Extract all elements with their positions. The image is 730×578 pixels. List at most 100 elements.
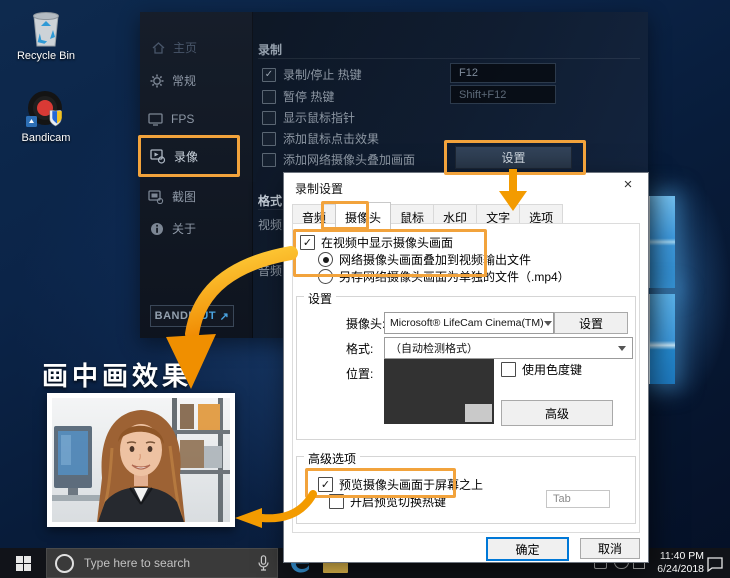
checkbox-unchecked[interactable] [329, 494, 344, 509]
info-icon [150, 222, 164, 236]
divider [258, 209, 283, 210]
sidebar-item-general[interactable]: 常规 [150, 72, 196, 89]
option-label: 暂停 热键 [283, 88, 334, 105]
position-label: 位置: [346, 365, 373, 382]
bandicut-button[interactable]: BANDICUT ↗ [150, 305, 234, 327]
checkbox-unchecked[interactable] [501, 362, 516, 377]
advanced-group-label: 高级选项 [304, 450, 360, 467]
preview-hotkey-label: 开启预览切换热键 [350, 493, 446, 510]
sidebar-fps-label: FPS [171, 112, 194, 126]
cancel-button[interactable]: 取消 [580, 538, 640, 559]
recording-settings-dialog: 录制设置 × 音频 摄像头 鼠标 水印 文字 选项 ✓ 在视频中显示摄像头画面 … [283, 172, 649, 563]
dialog-title: 录制设置 [295, 180, 343, 197]
audio-label: 音频 [258, 262, 282, 279]
checkbox-unchecked[interactable] [262, 90, 276, 104]
camera-label: 摄像头: [346, 315, 385, 332]
chroma-key-row[interactable]: 使用色度键 [501, 361, 582, 378]
format-dropdown[interactable]: （自动检测格式） [384, 337, 633, 359]
sidebar-item-fps[interactable]: FPS [148, 112, 194, 126]
camera-settings-button[interactable]: 设置 [554, 312, 628, 334]
chevron-down-icon [544, 321, 552, 326]
external-link-icon: ↗ [220, 310, 230, 323]
desktop-icon-recycle-bin[interactable]: Recycle Bin [8, 8, 84, 62]
bandicut-label-blue: CUT [192, 310, 216, 322]
sidebar-item-record[interactable]: 录像 [150, 148, 198, 165]
position-preview[interactable] [384, 359, 494, 424]
radio-overlay-label: 网络摄像头画面叠加到视频输出文件 [339, 251, 531, 268]
desktop: Recycle Bin Bandicam 主页 常规 FPS [0, 0, 730, 578]
bandicam-sidebar [140, 12, 253, 338]
recycle-bin-icon [26, 8, 66, 50]
option-show-cursor[interactable]: 显示鼠标指针 [262, 109, 355, 126]
checkbox-checked[interactable]: ✓ [262, 68, 276, 82]
camera-dropdown[interactable]: Microsoft® LifeCam Cinema(TM) [384, 312, 554, 334]
checkbox-unchecked[interactable] [262, 132, 276, 146]
ok-button[interactable]: 确定 [486, 537, 569, 561]
bandicam-icon [24, 88, 68, 132]
sidebar-about-label: 关于 [172, 220, 196, 237]
radio-unselected[interactable] [318, 269, 333, 284]
sidebar-item-about[interactable]: 关于 [150, 220, 196, 237]
position-thumbnail[interactable] [465, 404, 492, 422]
gear-icon [150, 74, 164, 88]
option-record-stop-hotkey[interactable]: ✓ 录制/停止 热键 [262, 66, 362, 83]
sidebar-home-label: 主页 [173, 39, 197, 56]
sidebar-screenshot-label: 截图 [172, 188, 196, 205]
clock-time: 11:40 PM [648, 550, 704, 563]
taskbar-clock[interactable]: 11:40 PM 6/24/2018 [648, 550, 704, 576]
video-label: 视频 [258, 216, 282, 233]
hotkey-field-pause[interactable]: Shift+F12 [450, 85, 556, 104]
option-label: 显示鼠标指针 [283, 109, 355, 126]
recycle-bin-label: Recycle Bin [8, 50, 84, 62]
show-webcam-label: 在视频中显示摄像头画面 [321, 234, 453, 251]
chroma-key-label: 使用色度键 [522, 361, 582, 378]
checkbox-checked[interactable]: ✓ [300, 235, 315, 250]
preview-hotkey-field[interactable]: Tab [546, 490, 610, 508]
windows-logo-icon [16, 556, 31, 571]
format-label: 格式: [346, 340, 373, 357]
bandicam-label: Bandicam [8, 132, 84, 144]
start-button[interactable] [0, 548, 46, 578]
radio-separate-row[interactable]: 另存网络摄像头画面为单独的文件（.mp4） [318, 268, 570, 285]
option-webcam-overlay[interactable]: 添加网络摄像头叠加画面 [262, 151, 415, 168]
bandicut-label-gray: BANDI [155, 310, 192, 322]
format-value: （自动检测格式） [390, 340, 478, 356]
advanced-button[interactable]: 高级 [501, 400, 613, 426]
hotkey-field-record[interactable]: F12 [450, 63, 556, 83]
pip-effect-caption: 画中画效果 [42, 356, 192, 393]
radio-overlay-row[interactable]: 网络摄像头画面叠加到视频输出文件 [318, 251, 531, 268]
action-center-icon[interactable] [706, 556, 724, 577]
record-video-icon [150, 149, 166, 164]
preview-on-top-row[interactable]: ✓ 预览摄像头画面于屏幕之上 [318, 476, 483, 493]
close-icon[interactable]: × [618, 176, 638, 193]
settings-group-label: 设置 [304, 290, 336, 307]
sidebar-record-label: 录像 [174, 148, 198, 165]
preview-on-top-label: 预览摄像头画面于屏幕之上 [339, 476, 483, 493]
sidebar-general-label: 常规 [172, 72, 196, 89]
camera-value: Microsoft® LifeCam Cinema(TM) [390, 317, 544, 329]
home-icon [152, 42, 165, 54]
record-section-header: 录制 [258, 41, 282, 58]
sidebar-item-screenshot[interactable]: 截图 [148, 188, 196, 205]
option-click-effect[interactable]: 添加鼠标点击效果 [262, 130, 379, 147]
window-settings-button[interactable]: 设置 [455, 146, 572, 169]
search-placeholder: Type here to search [84, 556, 248, 570]
sidebar-item-home[interactable]: 主页 [152, 39, 197, 56]
checkbox-unchecked[interactable] [262, 111, 276, 125]
microphone-icon[interactable] [258, 555, 269, 571]
checkbox-unchecked[interactable] [262, 153, 276, 167]
taskbar-search[interactable]: Type here to search [46, 548, 278, 578]
tab-webcam[interactable]: 摄像头 [335, 202, 391, 229]
windows-logo-pane-top [648, 196, 675, 288]
radio-separate-label: 另存网络摄像头画面为单独的文件（.mp4） [339, 268, 570, 285]
webcam-photo [52, 398, 230, 522]
desktop-icon-bandicam[interactable]: Bandicam [8, 88, 84, 144]
option-pause-hotkey[interactable]: 暂停 热键 [262, 88, 334, 105]
preview-hotkey-row[interactable]: 开启预览切换热键 [329, 493, 446, 510]
radio-selected[interactable] [318, 252, 333, 267]
show-webcam-checkbox-row[interactable]: ✓ 在视频中显示摄像头画面 [300, 234, 453, 251]
checkbox-checked[interactable]: ✓ [318, 477, 333, 492]
fps-monitor-icon [148, 113, 163, 126]
cortana-icon [55, 554, 74, 573]
webcam-preview-image [47, 393, 235, 527]
